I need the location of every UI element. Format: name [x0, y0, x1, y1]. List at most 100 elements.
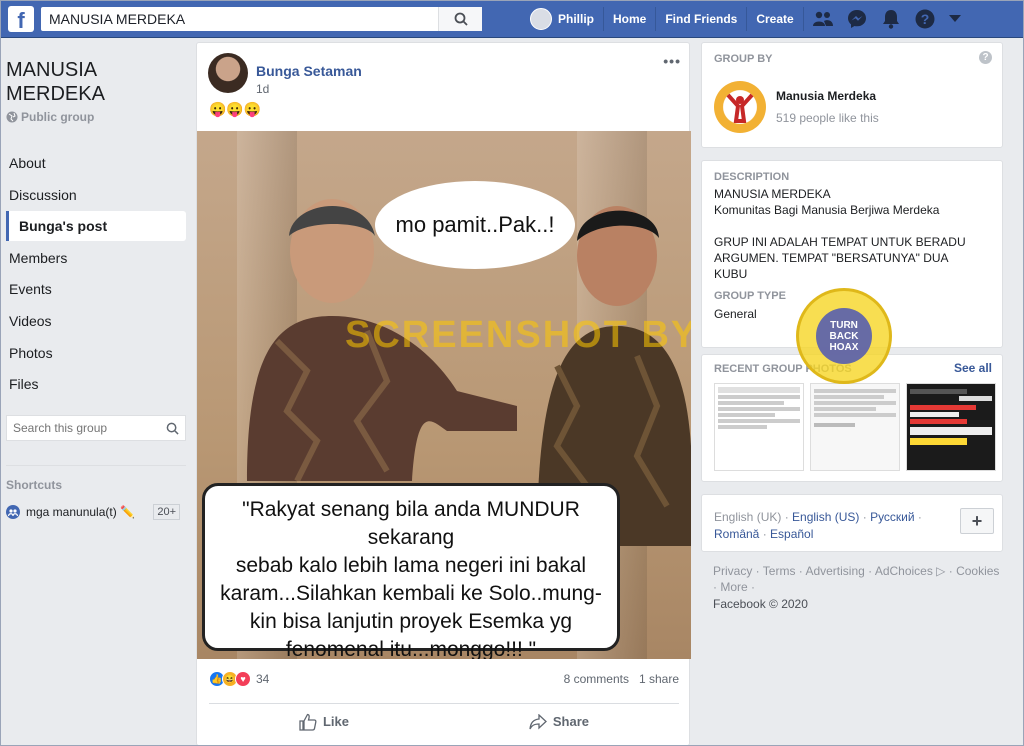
notification-badge: 20+: [153, 504, 180, 521]
shortcut-item[interactable]: mga manunula(t) ✏️ 20+: [6, 504, 186, 521]
copyright: Facebook © 2020: [713, 597, 808, 611]
quote-caption: "Rakyat senang bila anda MUNDUR sekarang…: [202, 483, 620, 659]
search-icon[interactable]: [166, 422, 179, 435]
shares-count[interactable]: 1 share: [639, 672, 679, 686]
quote-line: "Rakyat senang bila anda MUNDUR: [242, 498, 580, 521]
post-timestamp[interactable]: 1d: [256, 82, 362, 96]
nav-icons: ?: [802, 7, 970, 31]
home-link[interactable]: Home: [603, 7, 655, 31]
share-label: Share: [552, 714, 590, 729]
group-by-card: GROUP BY ? Manusia Merdeka 519 people li…: [701, 42, 1003, 148]
language-english-uk[interactable]: English (UK): [714, 510, 781, 524]
group-by-likes: 519 people like this: [776, 111, 879, 125]
add-language-button[interactable]: +: [960, 508, 994, 534]
author-avatar[interactable]: [208, 53, 248, 93]
group-by-heading: GROUP BY: [714, 53, 773, 65]
quote-line: kin bisa lanjutin proyek Esemka yg: [249, 610, 573, 633]
screenshot-watermark: SCREENSHOT BY: [345, 314, 691, 356]
language-russian[interactable]: Русский: [870, 510, 915, 524]
menu-bungas-post[interactable]: Bunga's post: [6, 211, 186, 242]
profile-link[interactable]: Phillip: [530, 7, 603, 31]
group-search-input[interactable]: [13, 421, 153, 436]
comments-count[interactable]: 8 comments: [564, 672, 629, 686]
caret-down-icon[interactable]: [948, 8, 962, 30]
post-header: Bunga Setaman 1d: [208, 53, 362, 96]
thumbs-up-icon: [299, 713, 317, 731]
turn-back-hoax-stamp: TURN BACK HOAX: [796, 288, 892, 384]
description-line: MANUSIA MERDEKA: [714, 187, 831, 201]
photo-thumbnail[interactable]: [810, 383, 900, 471]
post-card: Bunga Setaman 1d ••• 😛😛😛 mo pamit..Pak..…: [196, 42, 691, 746]
search-input[interactable]: [41, 7, 441, 31]
group-search-box: [6, 415, 186, 442]
user-name: Phillip: [558, 12, 594, 26]
facebook-logo[interactable]: f: [8, 6, 34, 32]
search-box: [41, 7, 482, 31]
shortcut-label: mga manunula(t) ✏️: [26, 505, 135, 520]
globe-icon: [6, 111, 18, 123]
left-sidebar: MANUSIA MERDEKA Public group About Discu…: [6, 38, 186, 521]
author-name[interactable]: Bunga Setaman: [256, 63, 362, 79]
notifications-bell-icon[interactable]: [880, 8, 902, 30]
group-title[interactable]: MANUSIA MERDEKA: [6, 58, 186, 106]
description-line: KUBU: [714, 267, 748, 281]
language-english-us[interactable]: English (US): [792, 510, 859, 524]
quote-line: sebab kalo lebih lama negeri ini bakal: [235, 554, 587, 577]
menu-events[interactable]: Events: [6, 274, 186, 304]
description-line: ARGUMEN. TEMPAT "BERSATUNYA" DUA: [714, 251, 949, 265]
find-friends-link[interactable]: Find Friends: [655, 7, 746, 31]
see-all-link[interactable]: See all: [954, 361, 992, 375]
menu-about[interactable]: About: [6, 148, 186, 178]
photo-thumbnail[interactable]: [714, 383, 804, 471]
search-button[interactable]: [438, 7, 482, 31]
person-raising-arms-icon: [726, 93, 754, 123]
svg-text:?: ?: [920, 11, 929, 27]
share-arrow-icon: [529, 713, 547, 729]
footer: Privacy · Terms · Advertising · AdChoice…: [713, 563, 1003, 612]
footer-links[interactable]: Privacy · Terms · Advertising · AdChoice…: [713, 563, 1003, 595]
quote-line: karam...Silahkan kembali ke Solo..mung-: [220, 582, 602, 605]
top-navigation-bar: f Phillip Home Find Friends Create ?: [0, 0, 1024, 38]
group-type-label: Public group: [21, 110, 95, 124]
like-button[interactable]: Like: [299, 713, 349, 731]
messenger-icon[interactable]: [846, 8, 868, 30]
description-line: [714, 218, 994, 234]
group-menu: About Discussion Bunga's post Members Ev…: [6, 148, 186, 399]
help-icon[interactable]: ?: [914, 8, 936, 30]
like-label: Like: [322, 714, 349, 729]
group-privacy: Public group: [6, 110, 186, 124]
shortcuts-heading: Shortcuts: [6, 465, 186, 492]
post-actions: Like Share: [209, 703, 679, 739]
search-icon: [454, 12, 468, 26]
love-reaction-icon[interactable]: ♥: [235, 671, 251, 687]
speech-bubble: mo pamit..Pak..!: [375, 181, 575, 269]
post-image[interactable]: mo pamit..Pak..! SCREENSHOT BY "Rakyat s…: [197, 131, 691, 659]
quote-line: fenomenal itu...monggo!!! ": [285, 638, 537, 659]
reaction-count[interactable]: 34: [256, 672, 269, 686]
create-link[interactable]: Create: [746, 7, 802, 31]
description-line: Komunitas Bagi Manusia Berjiwa Merdeka: [714, 203, 940, 217]
menu-members[interactable]: Members: [6, 243, 186, 273]
description-heading: DESCRIPTION: [714, 171, 790, 183]
menu-discussion[interactable]: Discussion: [6, 180, 186, 210]
menu-videos[interactable]: Videos: [6, 306, 186, 336]
menu-photos[interactable]: Photos: [6, 338, 186, 368]
language-card: English (UK) · English (US) · Русский · …: [701, 494, 1003, 552]
description-line: GRUP INI ADALAH TEMPAT UNTUK BERADU: [714, 235, 966, 249]
language-spanish[interactable]: Español: [770, 527, 813, 541]
language-romanian[interactable]: Română: [714, 527, 759, 541]
post-text: 😛😛😛: [209, 101, 262, 117]
reactions-summary: 👍 😆 ♥ 34 8 comments 1 share: [209, 671, 679, 687]
post-options-button[interactable]: •••: [663, 53, 681, 69]
question-mark-icon[interactable]: ?: [979, 51, 992, 64]
photo-thumbnail[interactable]: [906, 383, 996, 471]
group-by-name[interactable]: Manusia Merdeka: [776, 88, 879, 104]
friend-requests-icon[interactable]: [812, 8, 834, 30]
avatar: [530, 8, 552, 30]
quote-line: sekarang: [367, 526, 455, 549]
group-logo[interactable]: [714, 81, 766, 133]
stamp-label: TURN BACK HOAX: [816, 308, 872, 364]
group-icon: [6, 505, 20, 520]
share-button[interactable]: Share: [529, 713, 590, 730]
menu-files[interactable]: Files: [6, 369, 186, 399]
